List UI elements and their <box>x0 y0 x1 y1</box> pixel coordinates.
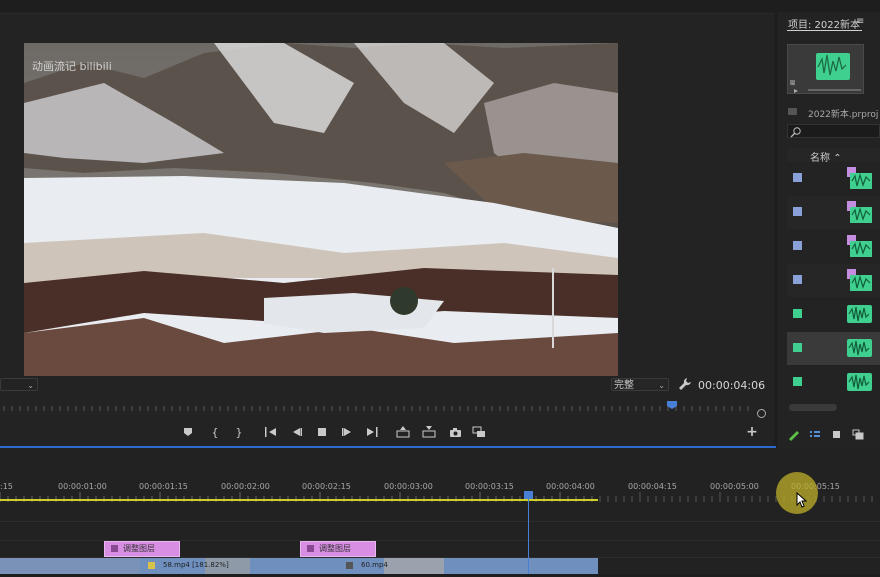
add-button-icon[interactable]: + <box>744 424 760 440</box>
step-forward-icon[interactable] <box>339 424 355 440</box>
snow-landscape-image <box>24 43 618 376</box>
panel-menu-icon[interactable]: ≡ <box>856 16 864 27</box>
work-area-bar[interactable] <box>0 499 598 501</box>
project-item-sequence[interactable] <box>787 264 880 297</box>
fx-badge-icon <box>307 545 314 552</box>
label-color-swatch <box>793 173 802 182</box>
label-color-swatch <box>793 309 802 318</box>
fx-badge-icon <box>111 545 118 552</box>
project-item-sequence[interactable] <box>787 196 880 229</box>
project-item-audio[interactable] <box>787 366 880 399</box>
video-frame[interactable]: 动画流记 bilibili <box>24 43 618 376</box>
project-tab[interactable]: 项目: 2022新本 <box>788 16 860 31</box>
lift-icon[interactable] <box>395 424 411 440</box>
label-color-swatch <box>793 275 802 284</box>
horizontal-scrollbar[interactable] <box>789 404 837 411</box>
list-view-icon <box>810 431 820 437</box>
playback-resolution-select[interactable]: 完整 ⌄ <box>611 378 669 391</box>
add-marker-icon[interactable] <box>180 424 196 440</box>
monitor-header <box>0 0 774 14</box>
project-item-sequence[interactable] <box>787 162 880 195</box>
chevron-down-icon: ⌄ <box>27 381 34 390</box>
ruler-tick-label: 00:00:05:00 <box>710 482 759 491</box>
ruler-tick-label: 00:00:01:00 <box>58 482 107 491</box>
playhead-timecode[interactable]: 00:00:04:06 <box>698 379 765 392</box>
audio-waveform-icon <box>847 337 872 359</box>
mouse-cursor-icon <box>796 491 808 511</box>
freeform-view-icon <box>852 429 864 440</box>
ruler-tick-label: 00:00:02:00 <box>221 482 270 491</box>
track-divider <box>0 521 880 522</box>
wrench-icon[interactable] <box>678 377 692 391</box>
zoom-scroll-handle[interactable] <box>757 409 766 418</box>
project-item-sequence[interactable] <box>787 230 880 263</box>
sequence-icon <box>847 235 872 257</box>
zoom-level-select[interactable]: ⌄ <box>0 378 38 391</box>
label-color-swatch <box>793 377 802 386</box>
fit-value: 完整 <box>614 380 634 391</box>
label-color-swatch <box>793 241 802 250</box>
mark-in-icon[interactable]: { <box>207 424 223 440</box>
camera-icon[interactable] <box>447 424 463 440</box>
audio-waveform-icon <box>847 371 872 393</box>
go-to-out-icon[interactable] <box>364 424 380 440</box>
adjustment-layer-clip[interactable]: 调整图层 <box>104 541 180 557</box>
search-icon <box>790 127 801 138</box>
clip-label: 58.mp4 [181.82%] <box>163 561 229 569</box>
monitor-time-ruler[interactable] <box>0 401 756 415</box>
ruler-tick-label: 00:00:04:15 <box>628 482 677 491</box>
project-item-audio[interactable] <box>787 332 880 365</box>
label-color-swatch <box>793 343 802 352</box>
chevron-down-icon: ⌄ <box>658 381 665 390</box>
preview-thumbnail[interactable] <box>787 44 864 94</box>
clip-label: 60.mp4 <box>361 561 388 569</box>
label-color-swatch <box>793 207 802 216</box>
ruler-tick-label: 00:00:02:15 <box>302 482 351 491</box>
compare-view-icon[interactable] <box>471 424 487 440</box>
ruler-tick-label: 00:00:01:15 <box>139 482 188 491</box>
sequence-icon <box>847 269 872 291</box>
search-input[interactable] <box>787 124 880 138</box>
ruler-tick-label: 00:00:03:15 <box>465 482 514 491</box>
go-to-in-icon[interactable] <box>263 424 279 440</box>
timeline-playhead[interactable] <box>524 491 533 499</box>
monitor-playhead[interactable] <box>667 401 677 409</box>
audio-waveform-icon <box>847 303 872 325</box>
ruler-tick-label: 00:00:03:00 <box>384 482 433 491</box>
sequence-icon <box>847 201 872 223</box>
tab-underline <box>787 30 862 31</box>
ruler-tick-label: 00:00:04:00 <box>546 482 595 491</box>
folder-icon <box>788 108 797 115</box>
step-back-icon[interactable] <box>289 424 305 440</box>
sequence-icon <box>847 167 872 189</box>
adjustment-layer-clip[interactable]: 调整图层 <box>300 541 376 557</box>
watermark-text: 动画流记 bilibili <box>32 60 112 73</box>
project-item-audio[interactable] <box>787 298 880 331</box>
stop-icon[interactable] <box>314 424 330 440</box>
project-toolbar <box>786 426 880 442</box>
video-track-clips[interactable] <box>0 558 598 574</box>
mark-out-icon[interactable]: } <box>231 424 247 440</box>
pencil-icon <box>789 431 799 441</box>
project-file-name: 2022新本.prproj <box>808 110 879 120</box>
timeline-ruler[interactable] <box>0 476 880 506</box>
extract-icon[interactable] <box>421 424 437 440</box>
transport-controls: { } + <box>0 424 774 442</box>
ruler-tick-label: :15 <box>0 482 13 491</box>
timeline-playhead-line <box>528 498 529 574</box>
icon-view-icon <box>833 431 840 438</box>
